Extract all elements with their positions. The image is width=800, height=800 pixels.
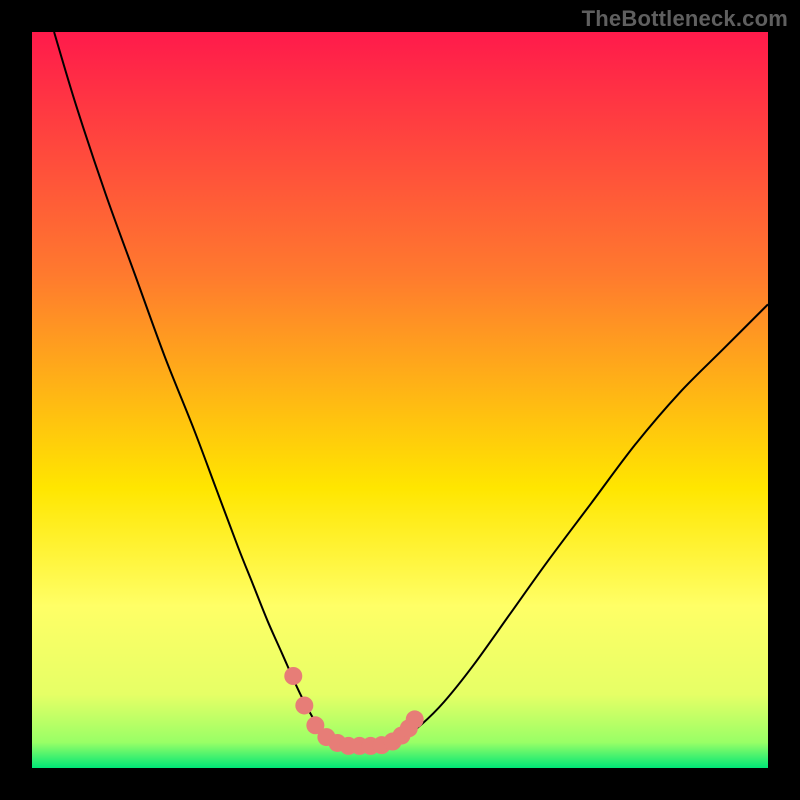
- chart-svg: [32, 32, 768, 768]
- highlight-marker: [406, 710, 424, 728]
- highlight-marker: [295, 696, 313, 714]
- watermark-text: TheBottleneck.com: [582, 6, 788, 32]
- chart-frame: TheBottleneck.com: [0, 0, 800, 800]
- highlight-marker: [284, 667, 302, 685]
- gradient-background: [32, 32, 768, 768]
- plot-area: [32, 32, 768, 768]
